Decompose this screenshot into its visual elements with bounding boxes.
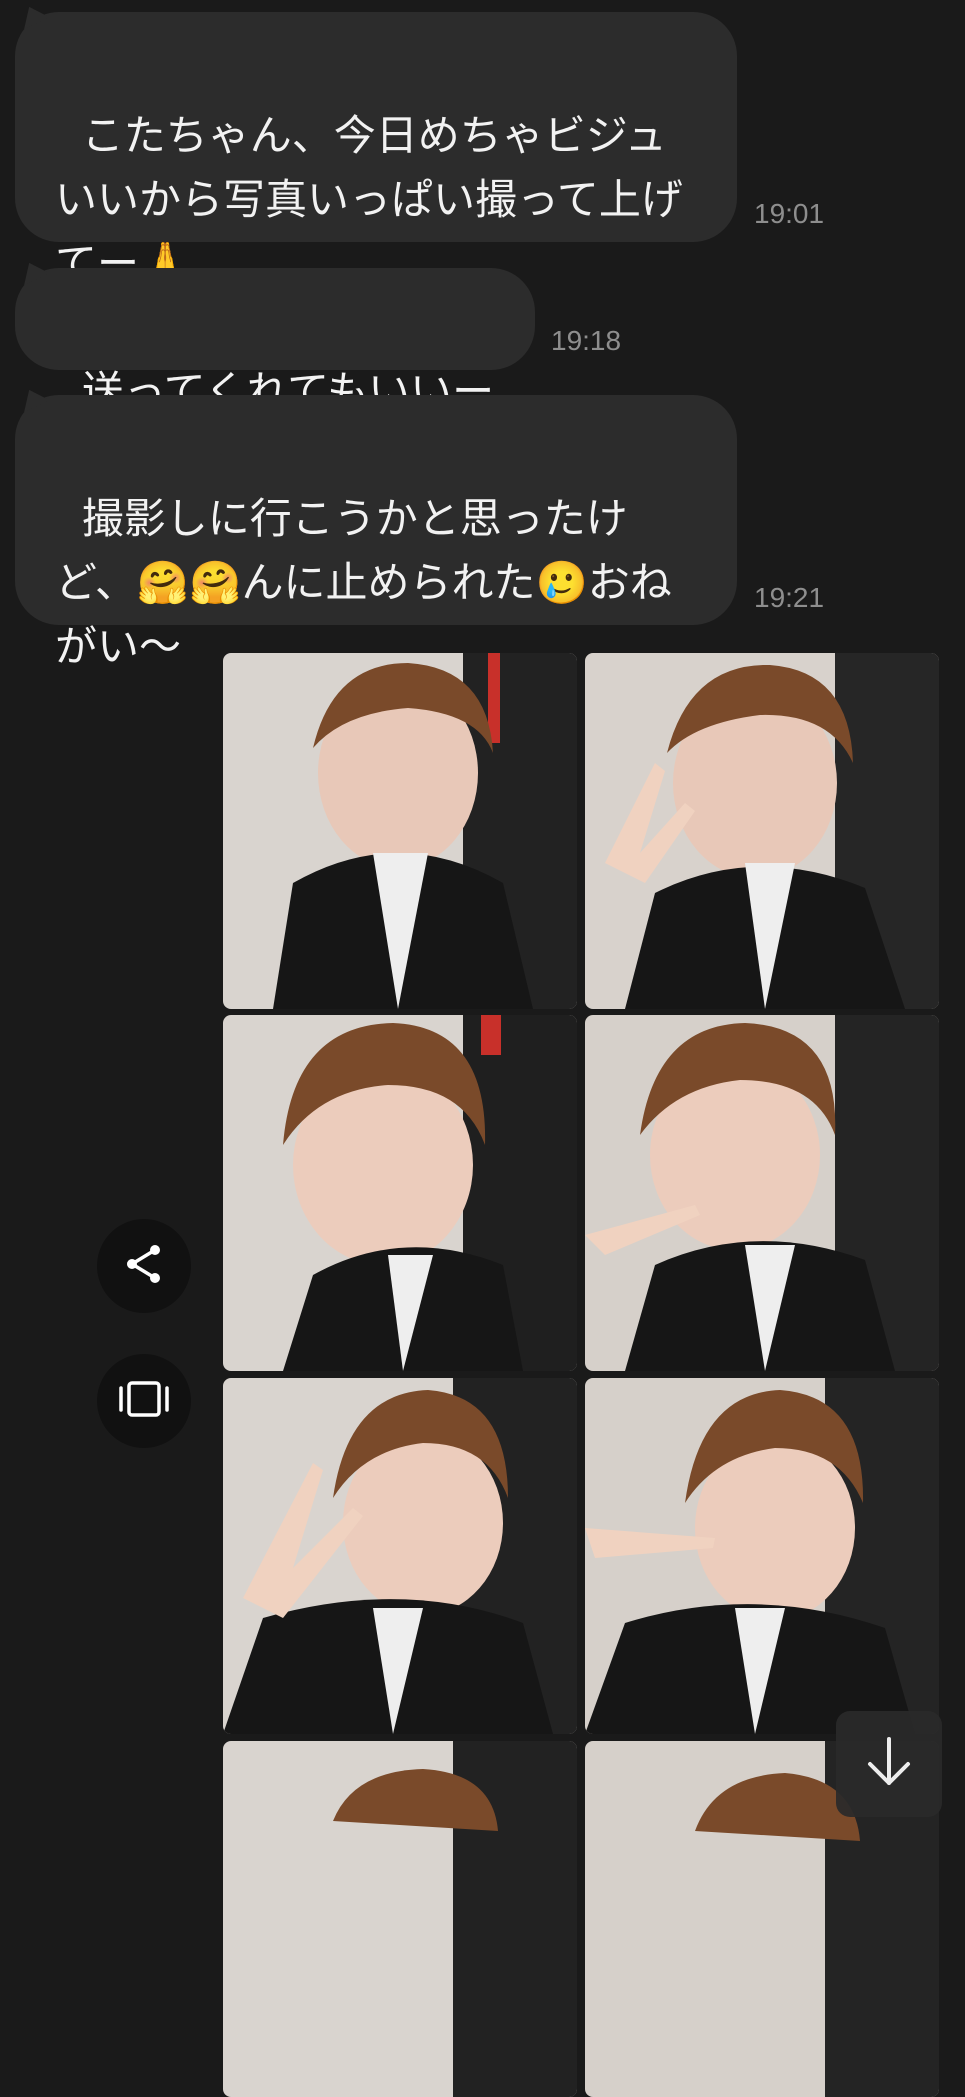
- scroll-to-bottom-button[interactable]: [836, 1711, 942, 1817]
- share-icon: [121, 1241, 167, 1291]
- message-time-1: 19:01: [754, 198, 825, 229]
- message-bubble-1[interactable]: こたちゃん、今日めちゃビジュいいから写真いっぱい撮って上げてー🙏: [15, 12, 737, 288]
- photo-4[interactable]: [585, 1015, 939, 1371]
- share-button[interactable]: [97, 1219, 191, 1313]
- arrow-down-icon: [864, 1735, 914, 1793]
- message-bubble-3[interactable]: 撮影しに行こうかと思ったけど、🤗🤗んに止められた🥲おねがい〜: [15, 395, 737, 671]
- photo-2[interactable]: [585, 653, 939, 1009]
- message-time-3: 19:21: [754, 582, 825, 613]
- portrait-image: [223, 1015, 577, 1371]
- photo-1[interactable]: [223, 653, 577, 1009]
- message-text-3: 撮影しに行こうかと思ったけど、🤗🤗んに止められた🥲おねがい〜: [55, 494, 672, 671]
- photo-3[interactable]: [223, 1015, 577, 1371]
- slideshow-icon: [116, 1379, 172, 1423]
- portrait-image: [585, 1015, 939, 1371]
- photo-6[interactable]: [585, 1378, 939, 1734]
- portrait-image: [223, 1378, 577, 1734]
- portrait-image: [223, 1741, 577, 2097]
- slideshow-button[interactable]: [97, 1354, 191, 1448]
- message-text-1: こたちゃん、今日めちゃビジュいいから写真いっぱい撮って上げてー🙏: [55, 111, 683, 288]
- message-time-2: 19:18: [551, 325, 622, 356]
- message-bubble-2[interactable]: 送ってくれてもいいー: [15, 268, 535, 416]
- photo-7[interactable]: [223, 1741, 577, 2097]
- portrait-image: [585, 1378, 939, 1734]
- portrait-image: [585, 653, 939, 1009]
- portrait-image: [223, 653, 577, 1009]
- photo-5[interactable]: [223, 1378, 577, 1734]
